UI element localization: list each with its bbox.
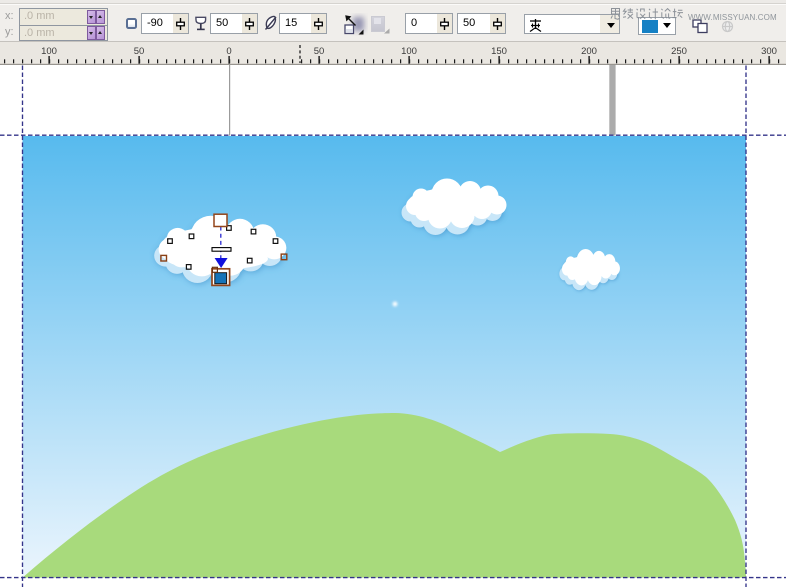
svg-text:200: 200 — [581, 46, 597, 57]
svg-text:50: 50 — [134, 46, 145, 57]
svg-text:50: 50 — [314, 46, 325, 57]
svg-text:100: 100 — [401, 46, 417, 57]
svg-text:250: 250 — [671, 46, 687, 57]
svg-text:150: 150 — [491, 46, 507, 57]
svg-text:300: 300 — [761, 46, 777, 57]
svg-text:0: 0 — [226, 46, 231, 57]
svg-text:100: 100 — [41, 46, 57, 57]
